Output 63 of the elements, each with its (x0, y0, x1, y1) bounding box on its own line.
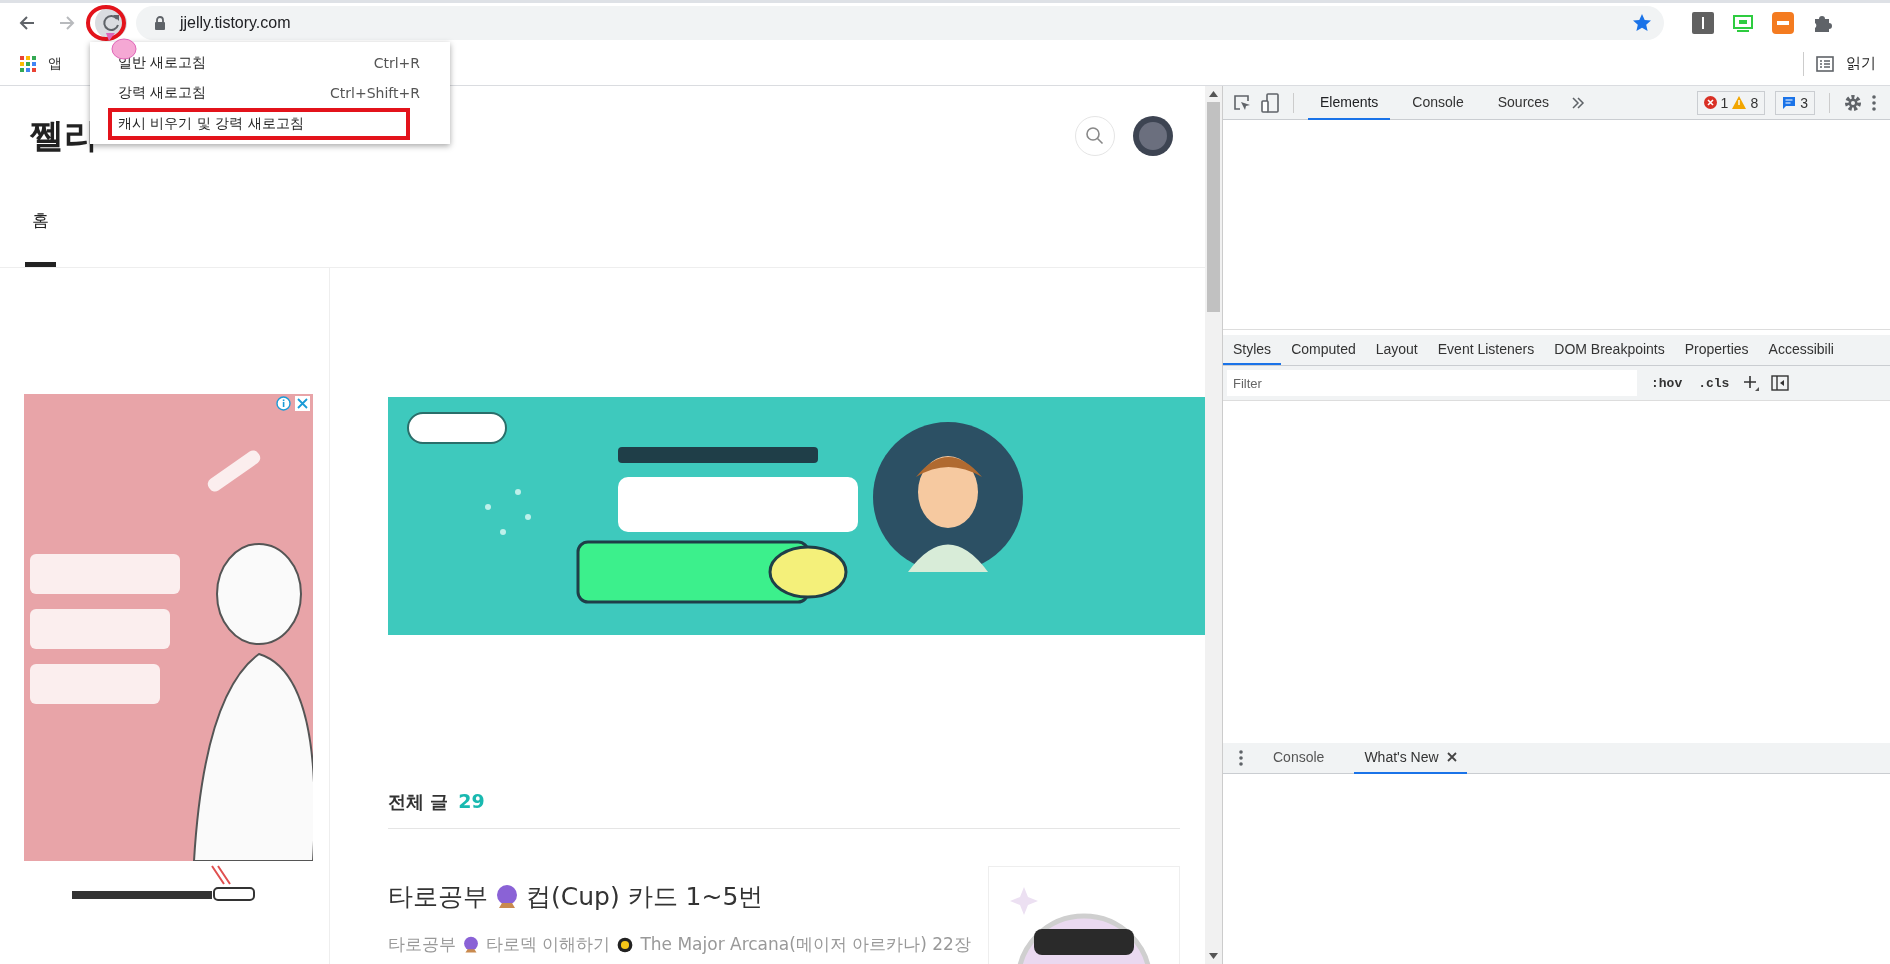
menu-item[interactable]: 일반 새로고침 Ctrl+R (90, 48, 450, 78)
styles-pane-tab[interactable]: Computed (1281, 335, 1366, 365)
post-count: 29 (458, 790, 485, 812)
device-toolbar-icon[interactable] (1261, 92, 1279, 113)
nav-tab[interactable]: 홈 (25, 209, 56, 267)
section-title: 전체 글 (388, 790, 449, 814)
sun-icon (616, 935, 635, 954)
scroll-down-icon[interactable] (1209, 953, 1218, 959)
extension-icon[interactable] (1692, 11, 1714, 34)
extension-icon[interactable] (1772, 11, 1794, 34)
apps-grid-icon[interactable] (20, 55, 36, 72)
lock-icon (154, 15, 166, 30)
devtools-tab[interactable]: Console (1400, 85, 1476, 120)
post-excerpt: The Major Arcana(메이저 아르카나) 22장 (640, 933, 971, 956)
post-title[interactable]: 컵(Cup) 카드 1~5번 (526, 880, 764, 913)
more-options-icon[interactable] (1872, 94, 1876, 111)
issues-badge[interactable]: 1 8 (1696, 90, 1766, 115)
inspect-icon[interactable] (1233, 93, 1251, 112)
settings-icon[interactable] (1844, 93, 1862, 112)
bookmark[interactable]: 앱 (48, 54, 62, 73)
hover-state-toggle[interactable]: :hov (1649, 375, 1685, 391)
star-icon[interactable] (1632, 12, 1652, 33)
back-icon[interactable] (18, 13, 36, 32)
close-icon[interactable] (1446, 752, 1457, 762)
search-icon (1085, 126, 1105, 146)
menu-item[interactable]: 강력 새로고침 Ctrl+Shift+R (90, 78, 450, 108)
info-icon[interactable] (276, 396, 291, 411)
devtools-tab[interactable]: Sources (1485, 85, 1562, 120)
styles-pane-tab[interactable]: Properties (1674, 335, 1759, 365)
more-tabs-icon[interactable] (1571, 96, 1586, 109)
styles-pane-tab[interactable]: Layout (1365, 335, 1428, 365)
plus-icon[interactable] (1743, 375, 1760, 391)
reading-list-icon[interactable] (1816, 55, 1834, 72)
message-count: 3 (1800, 94, 1808, 111)
warning-icon (1732, 96, 1747, 109)
menu-item[interactable]: 캐시 비우기 및 강력 새로고침 (108, 108, 410, 140)
crystal-ball-icon (494, 883, 520, 910)
scroll-up-icon[interactable] (1209, 91, 1218, 97)
address-bar[interactable]: jjelly.tistory.com (136, 5, 1664, 40)
post-excerpt: 타로공부 (388, 933, 456, 956)
scrollbar[interactable] (1205, 86, 1222, 964)
filter-field[interactable]: Filter (1227, 370, 1637, 396)
post-excerpt: 타로덱 이해하기 (486, 933, 611, 956)
devtools-tab[interactable]: Elements (1308, 85, 1391, 120)
class-toggle[interactable]: .cls (1696, 375, 1732, 391)
styles-pane-tab[interactable]: Accessibili (1758, 335, 1844, 365)
styles-pane-tab[interactable]: Event Listeners (1427, 335, 1545, 365)
sidebar-toggle-icon[interactable] (1771, 375, 1790, 391)
scrollbar-thumb[interactable] (1207, 102, 1220, 312)
message-icon (1782, 95, 1797, 110)
drawer-tab[interactable]: Console (1263, 742, 1335, 774)
more-options-icon[interactable] (1239, 750, 1243, 766)
avatar[interactable] (1133, 116, 1173, 156)
styles-pane-tab[interactable]: DOM Breakpoints (1544, 335, 1675, 365)
search-button[interactable] (1075, 116, 1115, 156)
drawer-tab[interactable]: What's New (1354, 742, 1467, 774)
reading-list-label[interactable]: 읽기 (1846, 54, 1876, 73)
error-icon (1703, 96, 1717, 109)
messages-badge[interactable]: 3 (1775, 90, 1815, 115)
crystal-ball-icon (462, 935, 480, 954)
warning-count: 8 (1750, 94, 1759, 111)
error-count: 1 (1720, 94, 1729, 111)
post-title[interactable]: 타로공부 (388, 880, 488, 913)
